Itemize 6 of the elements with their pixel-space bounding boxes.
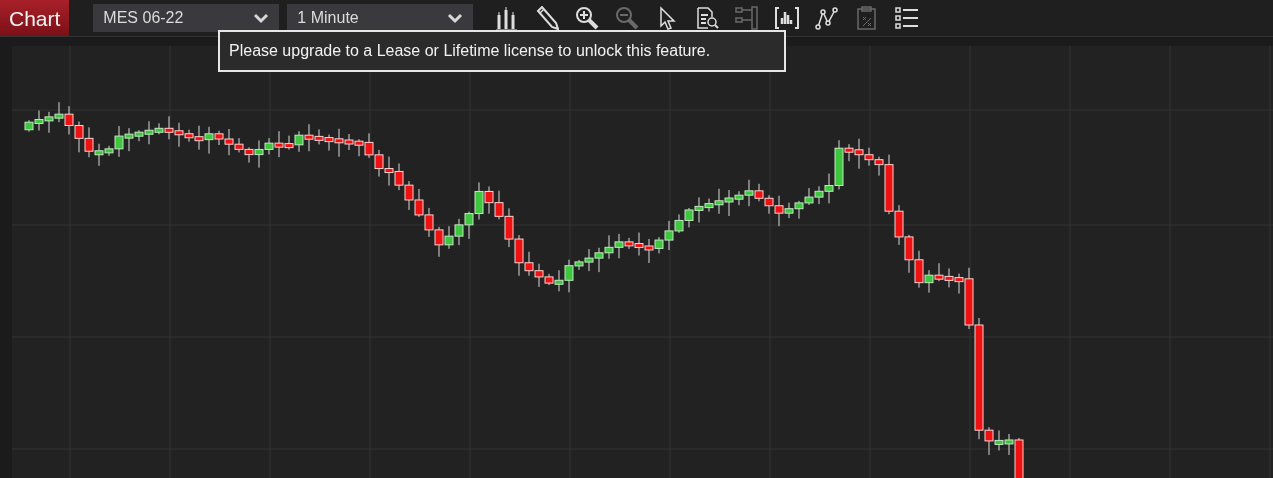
chevron-icon bbox=[253, 12, 270, 24]
dropdown-select[interactable]: 1 Minute bbox=[287, 4, 474, 32]
chevron-icon bbox=[447, 12, 464, 24]
dropdown-select[interactable]: MES 06-22 bbox=[93, 4, 280, 32]
chart-title: Chart bbox=[0, 0, 70, 36]
upgrade-tooltip: Please upgrade to a Lease or Lifetime license to unlock this feature. bbox=[218, 30, 786, 72]
